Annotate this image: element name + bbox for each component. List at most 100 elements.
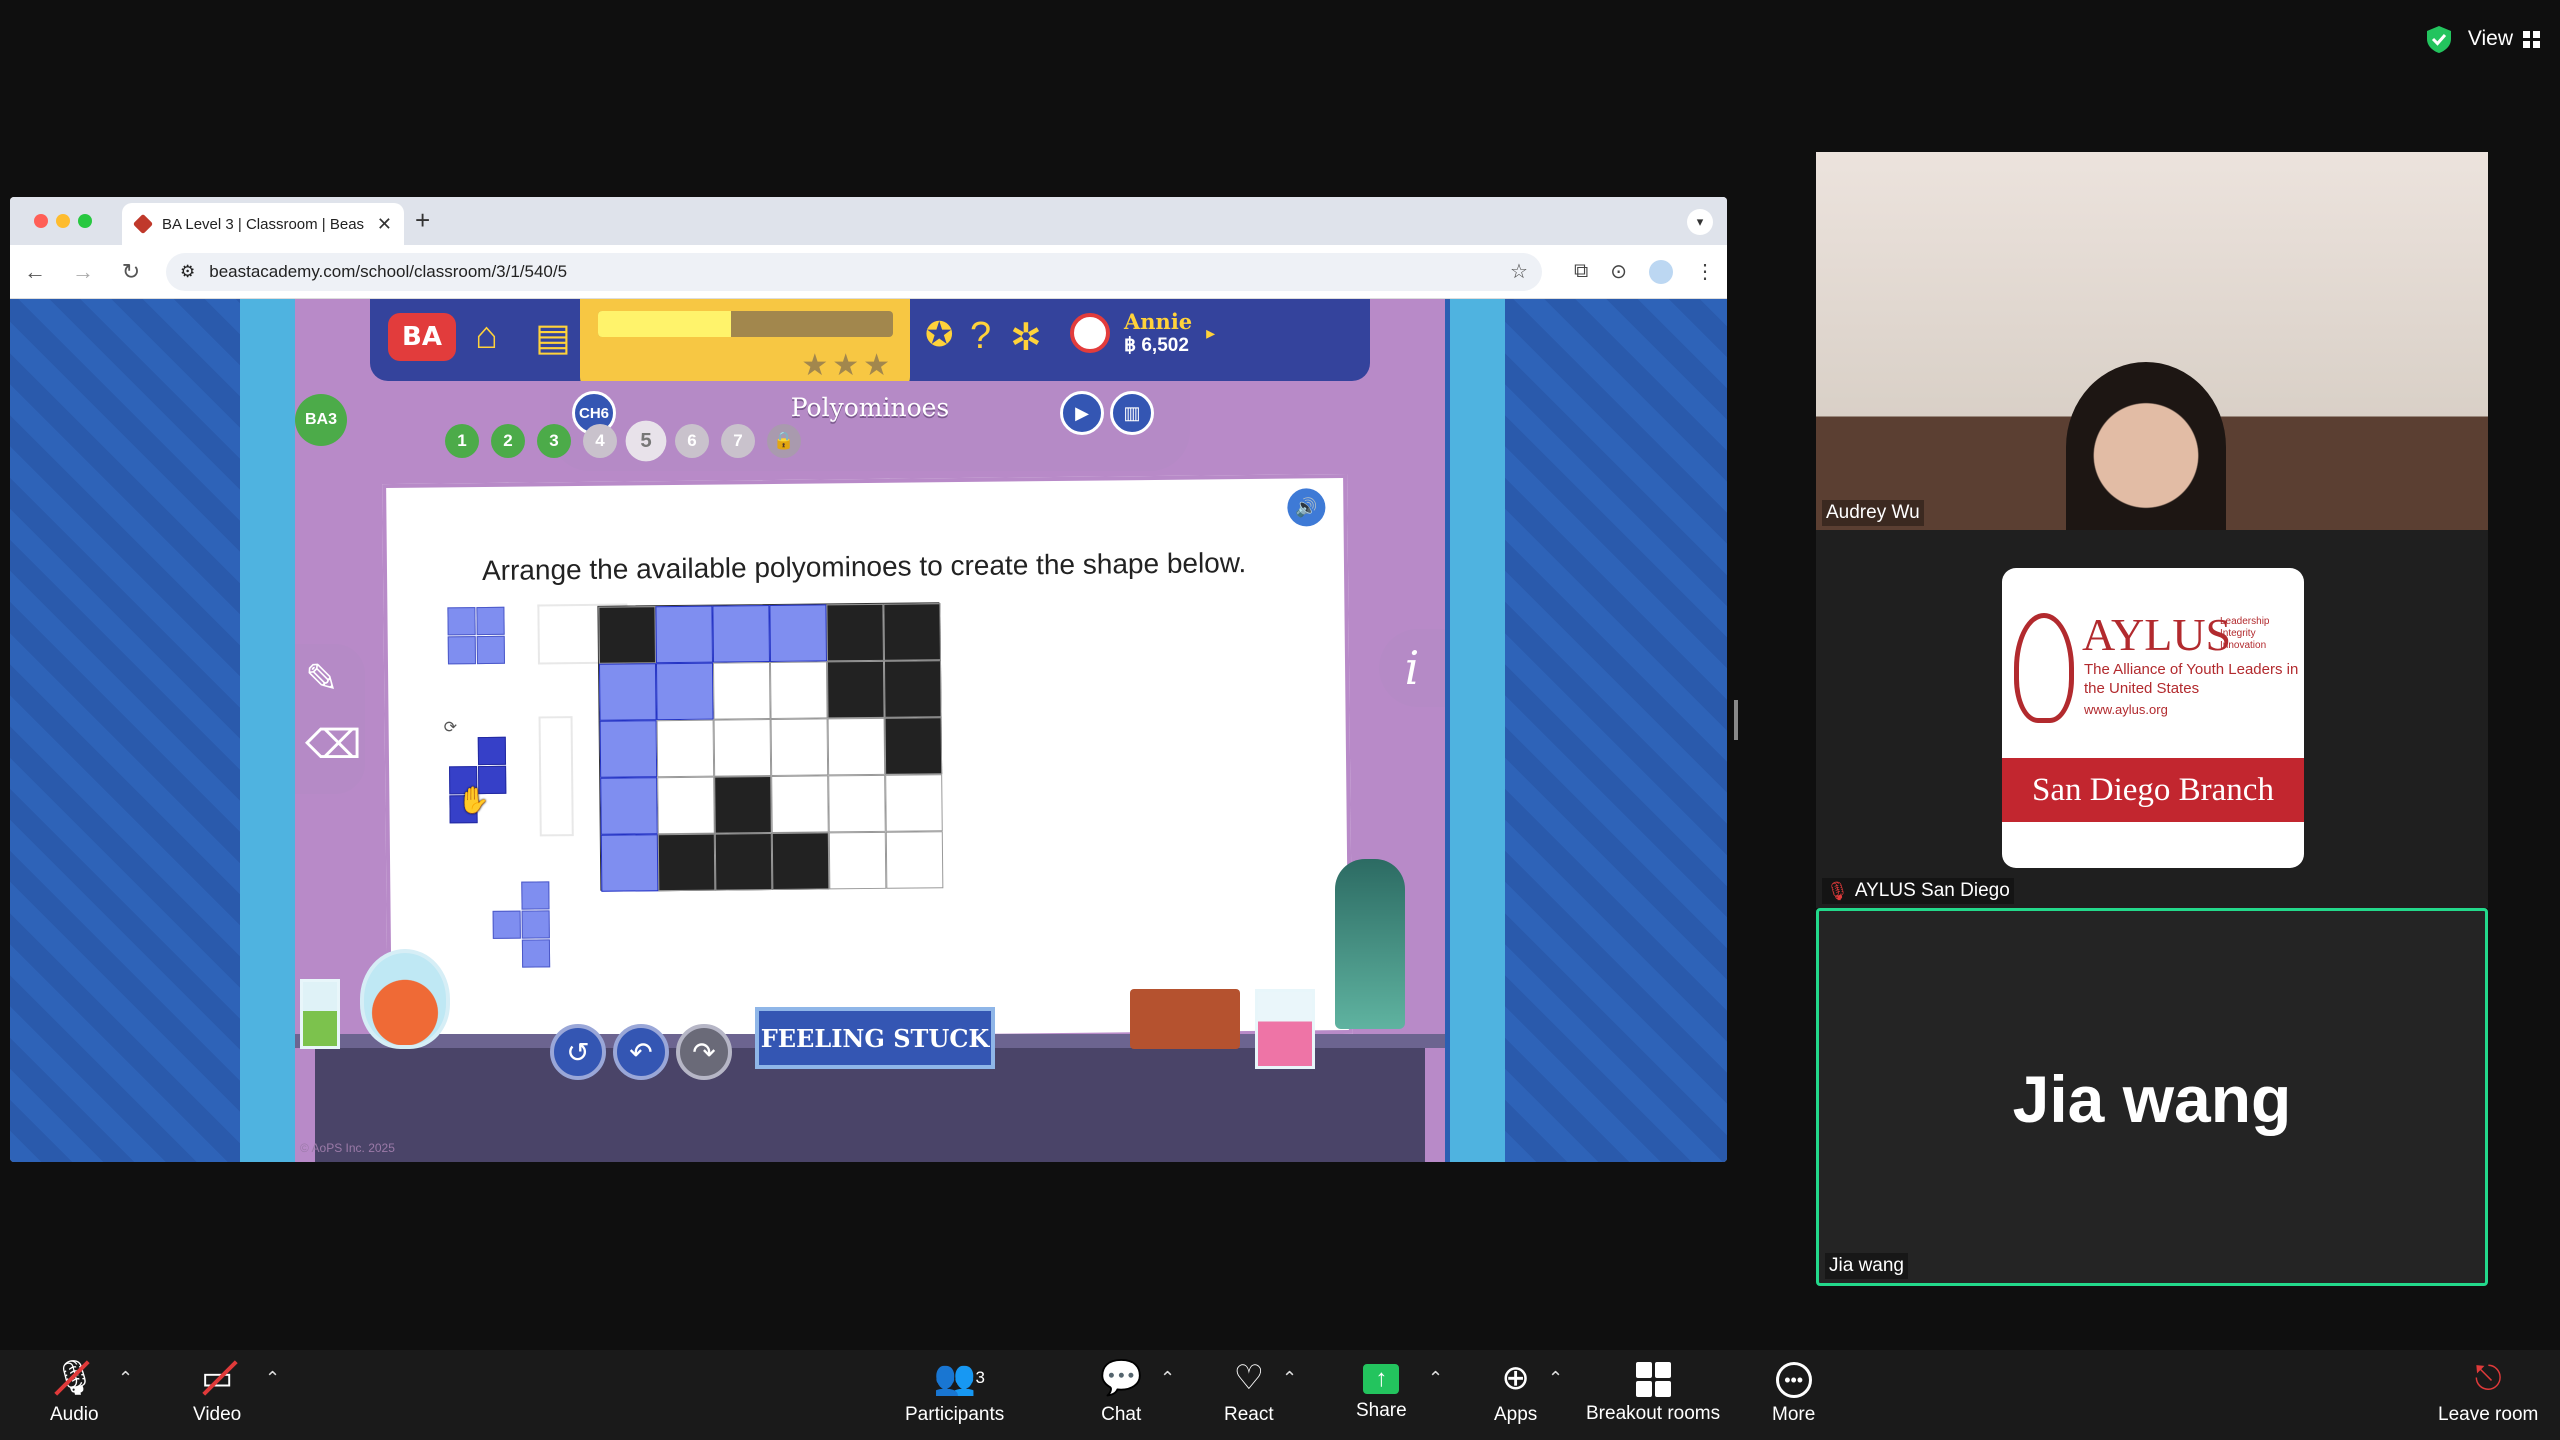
polyomino-plus[interactable] (492, 881, 553, 972)
profile-avatar-icon[interactable] (1649, 259, 1673, 284)
undo-icon[interactable]: ↶ (613, 1024, 669, 1080)
grid-cell[interactable] (712, 662, 771, 720)
browser-tab[interactable]: BA Level 3 | Classroom | Beas ✕ (122, 203, 404, 245)
view-button[interactable]: View (2468, 27, 2540, 51)
chat-button[interactable]: 💬 Chat (1100, 1358, 1142, 1426)
problem-dot-6[interactable]: 6 (675, 424, 709, 458)
grid-cell[interactable] (657, 833, 716, 892)
tab-search-chevron-icon[interactable]: ▾ (1687, 209, 1713, 235)
problem-dot-7[interactable]: 7 (721, 424, 755, 458)
apps-button[interactable]: ⊕ Apps (1494, 1358, 1537, 1426)
leave-room-button[interactable]: ⎋ Leave room (2438, 1358, 2538, 1426)
user-menu[interactable]: Annie ฿ 6,502 ▸ (1070, 309, 1215, 357)
grid-cell[interactable] (769, 661, 828, 720)
pencil-icon[interactable]: ✎ (305, 656, 339, 702)
grid-cell[interactable] (883, 603, 941, 661)
target-shape-grid[interactable] (597, 602, 944, 892)
grid-cell[interactable] (883, 660, 942, 718)
security-shield-icon[interactable] (2424, 24, 2454, 54)
share-options-caret-icon[interactable]: ⌃ (1428, 1368, 1443, 1389)
redo-icon[interactable]: ↷ (676, 1024, 732, 1080)
window-maximize-button[interactable] (78, 214, 92, 228)
window-close-button[interactable] (34, 214, 48, 228)
panel-resize-handle[interactable] (1734, 700, 1738, 740)
bookmark-star-icon[interactable]: ☆ (1510, 259, 1528, 284)
chat-options-caret-icon[interactable]: ⌃ (1160, 1368, 1175, 1389)
grid-cell[interactable] (769, 604, 827, 663)
video-options-caret-icon[interactable]: ⌃ (265, 1368, 280, 1389)
grid-cell[interactable] (655, 605, 713, 664)
problem-dot-8[interactable]: 🔒 (767, 424, 801, 458)
more-button[interactable]: ••• More (1772, 1358, 1815, 1426)
grid-cell[interactable] (712, 605, 770, 663)
grid-cell[interactable] (884, 717, 943, 775)
badge-icon[interactable]: ✪ (925, 315, 954, 355)
grid-cell[interactable] (771, 775, 829, 834)
audio-options-caret-icon[interactable]: ⌃ (118, 1368, 133, 1389)
grid-cell[interactable] (826, 660, 885, 719)
settings-gear-icon[interactable]: ✲ (1010, 315, 1042, 360)
grid-cell[interactable] (599, 720, 658, 778)
rotate-piece-icon[interactable]: ⟳ (444, 717, 458, 737)
grid-cell[interactable] (828, 774, 886, 833)
extensions-icon[interactable]: ⧉ (1574, 260, 1588, 283)
problem-dot-1[interactable]: 1 (445, 424, 479, 458)
new-tab-icon[interactable]: + (415, 205, 430, 236)
grid-cell[interactable] (656, 719, 715, 778)
react-button[interactable]: ♡ React (1224, 1358, 1274, 1426)
grid-cell[interactable] (885, 831, 944, 889)
participant-tile-audrey[interactable]: Audrey Wu (1816, 152, 2488, 530)
grid-cell[interactable] (598, 663, 657, 721)
breakout-rooms-button[interactable]: Breakout rooms (1586, 1358, 1720, 1425)
grid-cell[interactable] (771, 832, 830, 891)
reset-icon[interactable]: ↺ (550, 1024, 606, 1080)
browser-menu-icon[interactable]: ⋮ (1695, 259, 1715, 284)
play-video-icon[interactable]: ▶ (1060, 391, 1104, 435)
grid-cell[interactable] (827, 717, 886, 776)
help-icon[interactable]: ? (970, 315, 991, 358)
tab-close-icon[interactable]: ✕ (377, 214, 392, 235)
read-book-icon[interactable]: ▥ (1110, 391, 1154, 435)
info-button[interactable]: i (1379, 629, 1445, 707)
forward-arrow-icon[interactable]: → (70, 259, 96, 285)
grid-cell[interactable] (885, 774, 943, 832)
grid-cell[interactable] (655, 662, 714, 721)
grid-cell[interactable] (713, 719, 772, 777)
ba-logo-button[interactable]: BA (388, 313, 456, 361)
video-button[interactable]: ▭ Video (193, 1358, 241, 1426)
window-minimize-button[interactable] (56, 214, 70, 228)
grid-cell[interactable] (598, 606, 656, 664)
address-bar[interactable]: ⚙ beastacademy.com/school/classroom/3/1/… (166, 252, 1542, 291)
share-button[interactable]: ↑ Share (1356, 1358, 1407, 1422)
cast-icon[interactable]: ⊙ (1610, 259, 1627, 284)
grid-cell[interactable] (826, 603, 884, 662)
grid-cell[interactable] (714, 776, 772, 834)
participants-button[interactable]: 👥 3 Participants (905, 1358, 1004, 1426)
participant-tile-jia[interactable]: Jia wang Jia wang (1816, 908, 2488, 1286)
grid-cell[interactable] (828, 831, 887, 890)
feeling-stuck-button[interactable]: FEELING STUCK (755, 1007, 995, 1069)
grid-cell[interactable] (714, 833, 773, 891)
site-settings-icon[interactable]: ⚙ (180, 262, 195, 282)
grid-cell[interactable] (657, 776, 715, 835)
problem-dot-3[interactable]: 3 (537, 424, 571, 458)
problem-dot-5[interactable]: 5 (625, 420, 667, 462)
level-badge[interactable]: BA3 (295, 394, 347, 446)
react-options-caret-icon[interactable]: ⌃ (1282, 1368, 1297, 1389)
grid-cell[interactable] (600, 834, 659, 892)
polyomino-square[interactable] (447, 606, 506, 666)
grid-cell[interactable] (600, 777, 658, 835)
beast-academy-favicon-icon (132, 213, 154, 235)
problem-dot-4[interactable]: 4 (583, 424, 617, 458)
home-icon[interactable]: ⌂ (475, 315, 498, 358)
participant-tile-aylus[interactable]: AYLUS Leadership Integrity Innovation Th… (1816, 530, 2488, 908)
read-aloud-speaker-icon[interactable]: 🔊 (1287, 488, 1326, 527)
eraser-icon[interactable]: ⌫ (305, 722, 362, 768)
audio-button[interactable]: 🎙︎ Audio (50, 1358, 99, 1426)
apps-options-caret-icon[interactable]: ⌃ (1548, 1368, 1563, 1389)
grid-cell[interactable] (770, 718, 829, 777)
back-arrow-icon[interactable]: ← (22, 259, 48, 285)
book-icon[interactable]: ▤ (535, 315, 571, 360)
reload-icon[interactable]: ↻ (118, 259, 144, 285)
problem-dot-2[interactable]: 2 (491, 424, 525, 458)
